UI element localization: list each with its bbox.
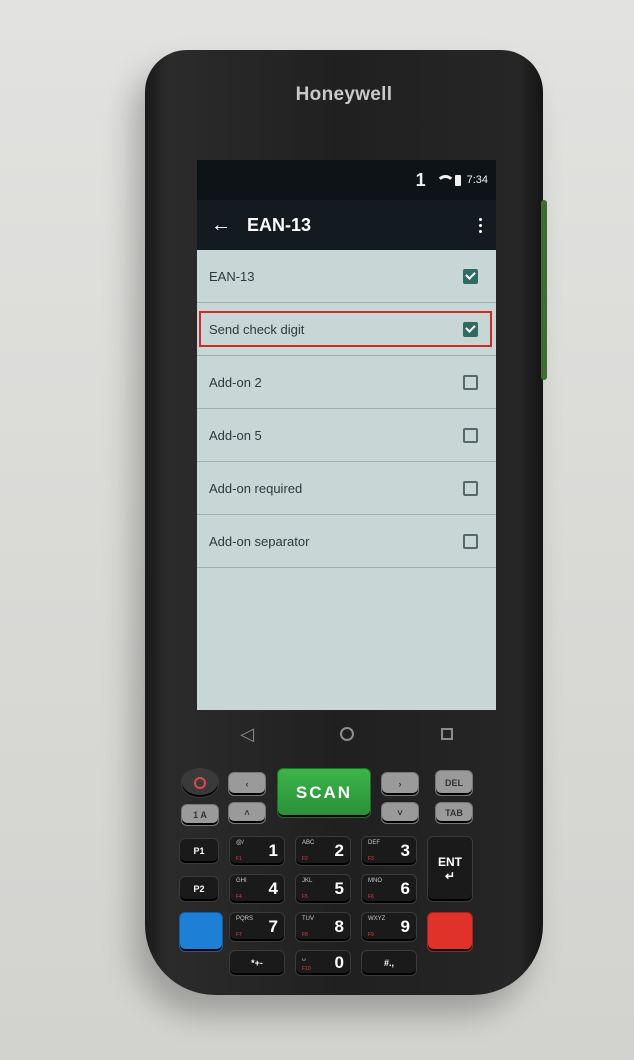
key-letters: @/ bbox=[236, 840, 244, 846]
key-digit: 9 bbox=[400, 917, 410, 936]
app-bar: ← EAN-13 bbox=[197, 200, 496, 250]
key-fn: F8 bbox=[302, 932, 308, 938]
key-1[interactable]: @/ F1 1 bbox=[229, 836, 285, 866]
arrow-left-icon[interactable]: ← bbox=[211, 214, 247, 237]
key-digit: 0 bbox=[334, 953, 344, 972]
android-nav-bar: ◁ bbox=[197, 710, 496, 758]
right-arrow-key[interactable]: › bbox=[381, 772, 419, 796]
setting-row-add-on-2[interactable]: Add-on 2 bbox=[197, 356, 496, 409]
key-digit: 8 bbox=[334, 917, 344, 936]
up-arrow-key[interactable]: ˄ bbox=[228, 802, 266, 824]
key-digit: 3 bbox=[400, 841, 410, 860]
key-fn: F9 bbox=[368, 932, 374, 938]
key-fn: F4 bbox=[236, 894, 242, 900]
highlight-box bbox=[199, 311, 492, 347]
key-letters: WXYZ bbox=[368, 916, 386, 922]
enter-key[interactable]: ENT ↵ bbox=[427, 836, 473, 902]
del-key[interactable]: DEL bbox=[435, 770, 473, 796]
checkbox-checked[interactable] bbox=[463, 268, 478, 284]
setting-row-add-on-required[interactable]: Add-on required bbox=[197, 462, 496, 515]
nav-home-icon[interactable] bbox=[340, 727, 355, 741]
checkbox-unchecked[interactable] bbox=[463, 480, 478, 496]
wifi-icon bbox=[435, 175, 455, 185]
key-fn: F6 bbox=[368, 894, 374, 900]
shift-key[interactable]: 1 A bbox=[181, 804, 219, 826]
key-0[interactable]: ␣ F10 0 bbox=[295, 950, 351, 976]
key-digit: 2 bbox=[334, 841, 344, 860]
nav-back-icon[interactable]: ◁ bbox=[240, 724, 254, 745]
key-letters: MNO bbox=[368, 878, 382, 884]
setting-label: Add-on required bbox=[209, 480, 303, 496]
key-digit: 1 bbox=[268, 841, 278, 860]
key-digit: 6 bbox=[400, 879, 410, 898]
red-function-key[interactable] bbox=[427, 912, 473, 952]
star-key[interactable]: *+- bbox=[229, 950, 285, 976]
key-2[interactable]: ABC F2 2 bbox=[295, 836, 351, 866]
p1-key[interactable]: P1 bbox=[179, 838, 219, 864]
key-fn: F2 bbox=[302, 856, 308, 862]
p2-key[interactable]: P2 bbox=[179, 876, 219, 902]
key-9[interactable]: WXYZ F9 9 bbox=[361, 912, 417, 942]
device-screen: 1 7:34 ← EAN-13 EAN-13 Send check digit … bbox=[197, 160, 496, 710]
handheld-device: Honeywell 1 7:34 ← EAN-13 EAN-13 Send ch… bbox=[145, 50, 547, 995]
key-digit: 5 bbox=[334, 879, 344, 898]
checkbox-unchecked[interactable] bbox=[463, 427, 478, 443]
brand-logo: Honeywell bbox=[295, 84, 393, 105]
left-arrow-key[interactable]: ‹ bbox=[228, 772, 266, 796]
setting-row-add-on-5[interactable]: Add-on 5 bbox=[197, 409, 496, 462]
setting-row-ean13[interactable]: EAN-13 bbox=[197, 250, 496, 303]
key-5[interactable]: JKL F5 5 bbox=[295, 874, 351, 904]
key-letters: TUV bbox=[302, 916, 314, 922]
nav-recents-icon[interactable] bbox=[440, 728, 453, 740]
power-button[interactable] bbox=[181, 768, 219, 798]
keypad: ‹ SCAN › DEL 1 A ˄ ˅ TAB P1 @/ F1 1 ABC F2 2… bbox=[173, 768, 515, 976]
key-letters: DEF bbox=[368, 840, 380, 846]
key-3[interactable]: DEF F3 3 bbox=[361, 836, 417, 866]
key-fn: F1 bbox=[236, 856, 242, 862]
key-letters: ␣ bbox=[302, 955, 306, 961]
key-letters: GHI bbox=[236, 878, 247, 884]
key-fn: F5 bbox=[302, 894, 308, 900]
setting-row-add-on-separator[interactable]: Add-on separator bbox=[197, 515, 496, 568]
setting-label: Add-on 5 bbox=[209, 427, 262, 443]
setting-label: Add-on 2 bbox=[209, 374, 262, 390]
setting-row-send-check-digit[interactable]: Send check digit bbox=[197, 303, 496, 356]
key-fn: F3 bbox=[368, 856, 374, 862]
enter-label: ENT bbox=[438, 855, 462, 869]
power-icon bbox=[194, 777, 206, 789]
hash-key[interactable]: #., bbox=[361, 950, 417, 976]
enter-icon: ↵ bbox=[444, 869, 456, 883]
down-arrow-key[interactable]: ˅ bbox=[381, 802, 419, 824]
key-fn: F7 bbox=[236, 932, 242, 938]
tab-key[interactable]: TAB bbox=[435, 802, 473, 824]
side-scan-button[interactable] bbox=[541, 200, 547, 380]
battery-icon bbox=[454, 174, 461, 186]
page-title: EAN-13 bbox=[247, 214, 312, 235]
setting-label: Add-on separator bbox=[209, 533, 310, 549]
key-digit: 4 bbox=[268, 879, 278, 898]
checkbox-unchecked[interactable] bbox=[463, 533, 478, 549]
status-time: 7:34 bbox=[466, 174, 488, 186]
key-letters: ABC bbox=[302, 840, 315, 846]
key-digit: 7 bbox=[268, 917, 278, 936]
key-letters: JKL bbox=[302, 878, 313, 884]
status-bar: 1 7:34 bbox=[197, 160, 496, 200]
key-8[interactable]: TUV F8 8 bbox=[295, 912, 351, 942]
scan-button[interactable]: SCAN bbox=[277, 768, 371, 818]
notification-count: 1 bbox=[415, 169, 426, 190]
more-vert-icon[interactable] bbox=[475, 214, 486, 237]
key-4[interactable]: GHI F4 4 bbox=[229, 874, 285, 904]
blue-function-key[interactable] bbox=[179, 912, 223, 952]
setting-label: EAN-13 bbox=[209, 268, 255, 284]
key-7[interactable]: PQRS F7 7 bbox=[229, 912, 285, 942]
key-fn: F10 bbox=[302, 966, 311, 972]
checkbox-unchecked[interactable] bbox=[463, 374, 478, 390]
settings-list: EAN-13 Send check digit Add-on 2 Add-on … bbox=[197, 250, 496, 568]
key-letters: PQRS bbox=[236, 916, 254, 922]
key-6[interactable]: MNO F6 6 bbox=[361, 874, 417, 904]
